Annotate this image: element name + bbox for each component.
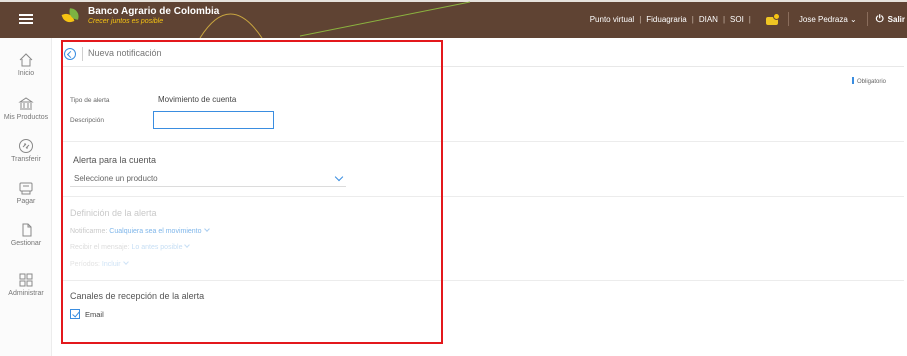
chevron-down-icon [184,242,191,248]
alert-type-value: Movimiento de cuenta [158,95,237,104]
notifications-icon[interactable] [765,13,780,25]
definition-section-title: Definición de la alerta [70,208,157,218]
account-section-title: Alerta para la cuenta [73,155,157,165]
brand-title: Banco Agrario de Colombia [88,6,220,17]
top-navigation: Punto virtual | Fiduagraria | DIAN | SOI… [589,12,907,26]
logo-leaf-icon [60,5,82,27]
chevron-down-icon [122,259,129,265]
grid-icon [19,273,33,287]
topnav-link-soi[interactable]: SOI [730,15,744,24]
topnav-link-fiduagraria[interactable]: Fiduagraria [646,15,686,24]
logout-button[interactable]: ⏻ Salir [876,14,907,25]
alert-type-label: Tipo de alerta [70,97,110,104]
sidebar-item-inicio[interactable]: Inicio [0,52,52,78]
back-arrow-icon[interactable] [64,48,76,60]
main-content: Nueva notificación Obligatorio Tipo de a… [52,38,907,356]
brand-logo[interactable]: Banco Agrario de Colombia Crecer juntos … [60,5,219,27]
top-bar: Banco Agrario de Colombia Crecer juntos … [0,0,907,38]
user-menu[interactable]: Jose Pedraza ⌄ [799,15,857,24]
brand-tagline: Crecer juntos es posible [88,18,164,25]
page-title: Nueva notificación [88,48,162,58]
panel-header: Nueva notificación [62,43,904,67]
sidebar-item-transferir[interactable]: Transferir [0,138,52,164]
topnav-link-punto-virtual[interactable]: Punto virtual [590,15,634,24]
home-icon [19,53,33,67]
divider [62,196,904,197]
chevron-down-icon [203,226,210,232]
periods-dropdown[interactable]: Incluir [102,259,129,268]
sidebar-item-mis-productos[interactable]: Mis Productos [0,96,52,122]
sidebar-item-administrar[interactable]: Administrar [0,272,52,298]
hamburger-icon [19,14,33,24]
document-icon [22,223,32,237]
payment-icon [19,182,33,195]
required-note: Obligatorio [852,77,886,85]
receive-row: Recibir el mensaje: Lo antes posible [70,242,191,251]
channels-section-title: Canales de recepción de la alerta [70,291,205,301]
email-label: Email [85,310,104,319]
divider [62,280,904,281]
description-label: Descripción [70,117,104,124]
email-checkbox[interactable] [70,309,80,319]
sidebar-item-pagar[interactable]: Pagar [0,180,52,206]
user-name: Jose Pedraza [798,14,848,24]
chevron-down-icon [334,172,344,182]
notify-row: Notificarme: Cualquiera sea el movimient… [70,226,210,235]
sidebar: Inicio Mis Productos Transferir Pagar Ge… [0,38,52,356]
periods-row: Períodos: Incluir [70,259,129,268]
divider [62,141,904,142]
topnav-link-dian[interactable]: DIAN [699,15,718,24]
product-select[interactable]: Seleccione un producto [70,171,346,187]
required-marker-icon [852,77,854,84]
notify-dropdown[interactable]: Cualquiera sea el movimiento [109,226,210,235]
logout-label: Salir [887,14,905,24]
transfer-icon [19,139,33,153]
product-select-placeholder: Seleccione un producto [74,174,158,183]
chevron-down-icon: ⌄ [850,14,857,24]
description-input[interactable] [153,111,274,129]
receive-dropdown[interactable]: Lo antes posible [131,242,191,251]
power-icon: ⏻ [875,13,884,25]
sidebar-item-gestionar[interactable]: Gestionar [0,222,52,248]
bank-icon [18,97,34,110]
menu-button[interactable] [0,0,52,38]
